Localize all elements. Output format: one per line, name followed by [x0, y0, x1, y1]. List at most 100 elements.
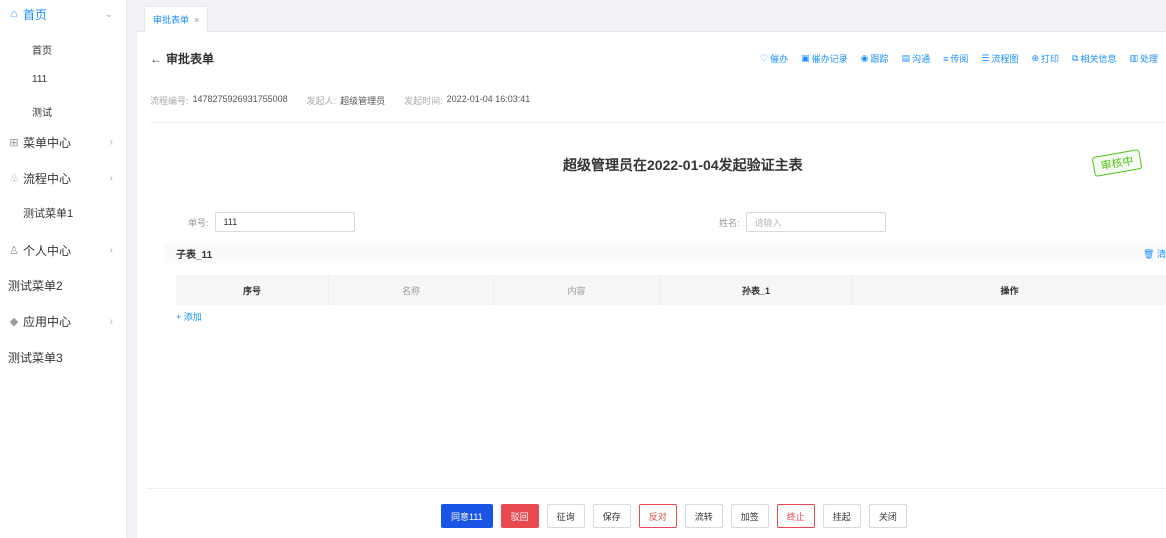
sidebar-item-label: 测试菜单2	[8, 278, 63, 293]
sidebar-item-app-center[interactable]: ◆ 应用中心 ›	[0, 304, 127, 338]
clear-button[interactable]: 🗑 清	[1143, 247, 1166, 260]
tab-label: 审批表单	[153, 15, 190, 25]
sidebar-item-label: 应用中心	[23, 314, 72, 329]
page-title: 审批表单	[166, 52, 215, 66]
communicate-button[interactable]: ▤ 沟通	[902, 52, 931, 65]
save-button[interactable]: 保存	[592, 504, 631, 528]
sidebar-item-test-menu-3[interactable]: 测试菜单3	[0, 340, 127, 374]
action-label: 跟踪	[870, 54, 889, 64]
order-input[interactable]: 111	[214, 212, 355, 232]
sidebar-item-label: 首页	[23, 7, 48, 22]
sidebar-item-label: 首页	[32, 45, 52, 57]
chevron-right-icon: ›	[109, 136, 113, 148]
action-label: 打印	[1041, 54, 1060, 64]
transfer-button[interactable]: 流转	[684, 504, 723, 528]
close-icon[interactable]: ×	[194, 15, 199, 25]
column-header: 内容	[494, 275, 660, 305]
consult-button[interactable]: 征询	[546, 504, 585, 528]
urge-button[interactable]: ♡ 催办	[760, 52, 788, 65]
subtable-title: 子表_11	[176, 249, 213, 261]
sidebar-item-label: 测试菜单1	[23, 208, 74, 220]
grid-icon: ⊞	[9, 136, 19, 149]
initiator-label: 发起人:	[306, 96, 337, 106]
sidebar-item-home[interactable]: ⌂ 首页 ⌄	[0, 0, 127, 31]
handle-button[interactable]: ▥ 处理	[1129, 52, 1158, 65]
divider	[150, 122, 1166, 123]
action-label: 催办记录	[811, 54, 848, 64]
page-header: ← 审批表单	[150, 50, 214, 67]
chevron-right-icon: ›	[109, 172, 113, 184]
chevron-right-icon: ›	[109, 244, 113, 256]
user-icon: ♙	[9, 244, 19, 257]
process-no-value: 1478275926931755008	[192, 94, 288, 104]
terminate-button[interactable]: 终止	[776, 504, 815, 528]
related-info-button[interactable]: ⧉ 相关信息	[1072, 52, 1116, 65]
name-input[interactable]: 请输入	[745, 212, 886, 232]
sidebar-item-test-menu-2[interactable]: 测试菜单2	[0, 268, 127, 302]
sidebar-item-label: 测试	[32, 107, 52, 119]
chat-icon: ▤	[901, 53, 911, 63]
order-field-row: 单号: 111	[188, 212, 355, 232]
action-label: 沟通	[912, 54, 931, 64]
name-label: 姓名:	[719, 217, 740, 228]
info-icon: ⧉	[1072, 53, 1079, 63]
close-button[interactable]: 关闭	[868, 504, 907, 528]
print-icon: ⊕	[1031, 53, 1039, 63]
track-button[interactable]: ◉ 跟踪	[861, 52, 889, 65]
sidebar-subitem-test[interactable]: 测试	[0, 96, 127, 126]
add-row-button[interactable]: + 添加	[176, 310, 202, 323]
sidebar-subitem-test-menu-1[interactable]: 测试菜单1	[0, 198, 127, 228]
column-header: 序号	[176, 275, 329, 305]
start-time-label: 发起时间:	[404, 96, 443, 106]
flowchart-button[interactable]: ☰ 流程图	[981, 52, 1018, 65]
footer-bar: 同意111 驳回 征询 保存 反对 流转 加签 终止 挂起 关闭	[146, 488, 1166, 538]
suspend-button[interactable]: 挂起	[822, 504, 861, 528]
trash-icon: 🗑	[1143, 248, 1157, 259]
sidebar-item-label: 测试菜单3	[8, 350, 63, 365]
sidebar-item-personal-center[interactable]: ♙ 个人中心 ›	[0, 233, 127, 267]
sidebar-item-flow-center[interactable]: ♧ 流程中心 ›	[0, 161, 127, 195]
action-label: 处理	[1139, 54, 1158, 64]
footer-buttons: 同意111 驳回 征询 保存 反对 流转 加签 终止 挂起 关闭	[441, 504, 915, 528]
initiator-value: 超级管理员	[340, 96, 386, 106]
sidebar-item-menu-center[interactable]: ⊞ 菜单中心 ›	[0, 125, 127, 159]
sidebar-item-label: 流程中心	[23, 171, 72, 186]
layout-gutter	[127, 0, 137, 538]
sidebar-subitem-home[interactable]: 首页	[0, 34, 127, 64]
flowchart-icon: ☰	[981, 53, 990, 63]
chevron-right-icon: ›	[109, 315, 113, 327]
sidebar-subitem-111[interactable]: 111	[0, 64, 127, 94]
tab-approval-form[interactable]: 审批表单 ×	[144, 6, 209, 32]
agree-button[interactable]: 同意111	[441, 504, 493, 528]
oppose-button[interactable]: 反对	[638, 504, 677, 528]
form-title: 超级管理员在2022-01-04发起验证主表	[563, 157, 803, 173]
start-time-value: 2022-01-04 16:03:41	[446, 94, 531, 104]
action-label: 催办	[770, 54, 789, 64]
order-label: 单号:	[188, 217, 209, 228]
action-toolbar: ♡ 催办 ▣ 催办记录 ◉ 跟踪 ▤ 沟通 ≡ 传阅 ☰ 流程图 ⊕ 打印 ⧉ 相关信息 ▥ 处理	[747, 52, 1158, 65]
reject-button[interactable]: 驳回	[500, 504, 539, 528]
add-sign-button[interactable]: 加签	[730, 504, 769, 528]
subtable-columns: 序号 名称 内容 孙表_1 操作	[176, 275, 1166, 305]
print-button[interactable]: ⊕ 打印	[1031, 52, 1059, 65]
sidebar-item-label: 111	[32, 73, 48, 85]
sidebar-item-label: 个人中心	[23, 243, 72, 258]
status-stamp: 审核中	[1091, 148, 1143, 178]
app-icon: ◆	[9, 315, 19, 328]
tab-bar: 审批表单 ×	[137, 0, 1166, 32]
flow-icon: ♧	[9, 172, 19, 185]
column-header: 名称	[329, 275, 494, 305]
action-label: 传阅	[950, 54, 969, 64]
home-icon: ⌂	[10, 8, 18, 20]
track-icon: ◉	[860, 53, 869, 63]
main-panel: ← 审批表单 ♡ 催办 ▣ 催办记录 ◉ 跟踪 ▤ 沟通 ≡ 传阅 ☰ 流程图 ⊕ 打印 ⧉ 相…	[146, 42, 1166, 538]
process-no-label: 流程编号:	[150, 96, 189, 106]
subtable-header: 子表_11 🗑 清	[164, 243, 1166, 263]
forward-icon: ≡	[943, 53, 949, 64]
urge-record-button[interactable]: ▣ 催办记录	[801, 52, 848, 65]
forward-button[interactable]: ≡ 传阅	[943, 52, 968, 65]
process-meta: 流程编号: 1478275926931755008 发起人: 超级管理员 发起时…	[150, 94, 549, 107]
back-arrow-icon[interactable]: ←	[150, 52, 162, 66]
column-header: 孙表_1	[660, 275, 853, 305]
handle-icon: ▥	[1129, 53, 1138, 63]
